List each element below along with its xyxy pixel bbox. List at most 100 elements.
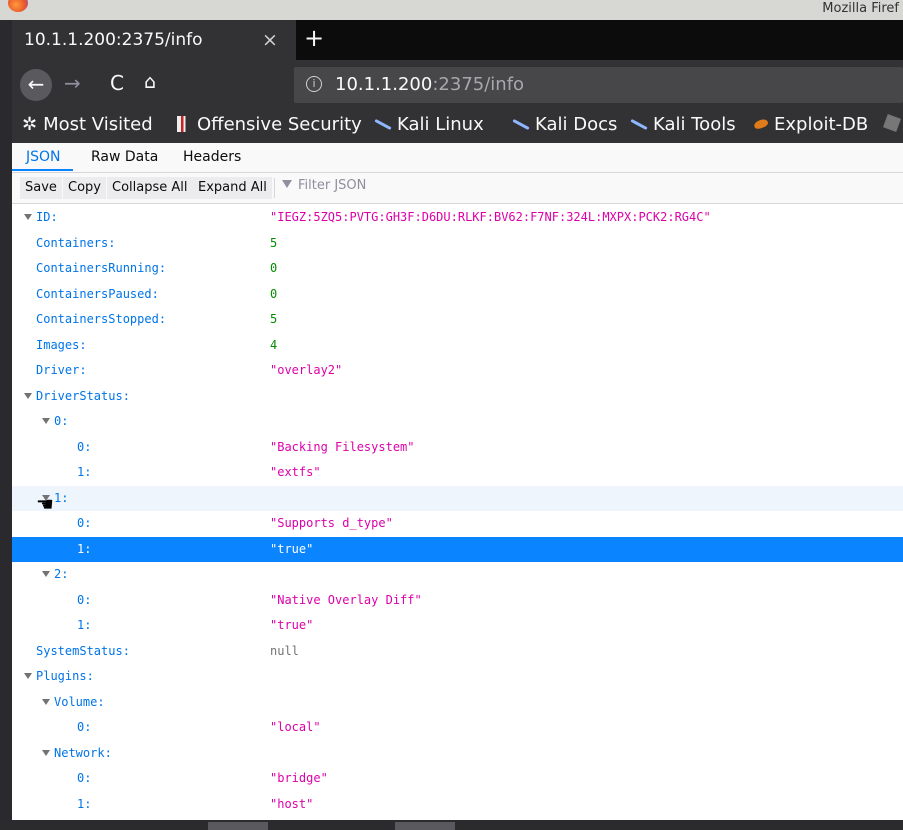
json-row[interactable]: Plugins: bbox=[12, 664, 903, 690]
json-row[interactable]: 0: "local" bbox=[12, 715, 903, 741]
json-row[interactable]: ContainersStopped: 5 bbox=[12, 307, 903, 333]
bookmark-offensive-security[interactable]: Offensive Security bbox=[177, 114, 362, 135]
json-row[interactable]: 0: "bridge" bbox=[12, 766, 903, 792]
json-key-label: 0: bbox=[77, 439, 92, 454]
firefox-logo-icon bbox=[8, 0, 28, 12]
json-value: "host" bbox=[270, 796, 314, 811]
url-path: :2375/info bbox=[432, 74, 525, 95]
taskbar-item[interactable] bbox=[208, 822, 268, 830]
json-row[interactable]: Volume: bbox=[12, 690, 903, 716]
viewer-tabs: JSON Raw Data Headers bbox=[12, 143, 903, 173]
browser-tab[interactable]: 10.1.1.200:2375/info × bbox=[12, 20, 296, 60]
taskbar bbox=[0, 820, 903, 830]
json-row[interactable]: Network: bbox=[12, 741, 903, 767]
json-row[interactable]: SystemStatus: null bbox=[12, 639, 903, 665]
json-value: "Backing Filesystem" bbox=[270, 439, 415, 454]
filter-json-input[interactable]: Filter JSON bbox=[282, 178, 366, 193]
kali-icon bbox=[374, 119, 391, 130]
json-key: ContainersPaused: bbox=[36, 287, 159, 301]
json-key-label: SystemStatus: bbox=[36, 643, 130, 658]
json-row[interactable]: 0: "Backing Filesystem" bbox=[12, 435, 903, 461]
json-row[interactable]: ID: "IEGZ:5ZQ5:PVTG:GH3F:D6DU:RLKF:BV62:F… bbox=[12, 205, 903, 231]
json-key: ID: bbox=[24, 210, 58, 224]
url-bar[interactable]: i 10.1.1.200:2375/info bbox=[294, 67, 903, 103]
json-key: Volume: bbox=[42, 695, 105, 709]
forward-arrow-icon[interactable]: → bbox=[64, 71, 81, 95]
expand-twisty-icon[interactable] bbox=[24, 673, 32, 679]
site-info-icon[interactable]: i bbox=[306, 76, 322, 92]
json-key: 0: bbox=[42, 414, 68, 428]
json-key: Images: bbox=[36, 338, 87, 352]
tab-raw-data[interactable]: Raw Data bbox=[91, 149, 158, 165]
json-value: "overlay2" bbox=[270, 363, 343, 377]
json-key-label: ContainersRunning: bbox=[36, 261, 167, 275]
json-row[interactable]: DriverStatus: bbox=[12, 384, 903, 410]
json-row[interactable]: 1: "true" bbox=[12, 536, 903, 562]
home-icon[interactable]: ⌂ bbox=[144, 71, 156, 93]
json-row[interactable]: ContainersRunning: 0 bbox=[12, 256, 903, 282]
hand-cursor-icon: ☚ bbox=[36, 492, 54, 516]
back-arrow-icon[interactable]: ← bbox=[20, 69, 52, 101]
json-row[interactable]: ContainersPaused: 0 bbox=[12, 282, 903, 308]
bookmark-kali-docs[interactable]: Kali Docs bbox=[512, 114, 617, 135]
expand-twisty-icon[interactable] bbox=[42, 418, 50, 424]
json-key-label: 0: bbox=[77, 720, 92, 734]
json-row[interactable]: 0: "Supports d_type" bbox=[12, 511, 903, 537]
window-title: Mozilla Firef bbox=[822, 1, 899, 16]
bookmark-exploit-db[interactable]: Exploit-DB bbox=[753, 114, 868, 135]
json-row[interactable]: 1: "host" bbox=[12, 792, 903, 818]
json-key-label: 1: bbox=[54, 490, 69, 505]
bookmark-label: Kali Tools bbox=[653, 114, 736, 135]
json-key-label: 1: bbox=[77, 465, 92, 479]
expand-twisty-icon[interactable] bbox=[24, 392, 32, 399]
collapse-all-button[interactable]: Collapse All bbox=[107, 177, 193, 199]
new-tab-icon[interactable]: + bbox=[304, 24, 324, 52]
json-row[interactable]: Images: 4 bbox=[12, 333, 903, 359]
json-value: "IEGZ:5ZQ5:PVTG:GH3F:D6DU:RLKF:BV62:F7NF… bbox=[270, 210, 711, 224]
bookmarks-toolbar: ✲ Most Visited Offensive Security Kali Li… bbox=[12, 110, 903, 143]
kali-icon bbox=[630, 119, 647, 130]
url-text[interactable]: 10.1.1.200:2375/info bbox=[335, 74, 524, 95]
copy-button[interactable]: Copy bbox=[63, 177, 106, 199]
json-key-label: DriverStatus: bbox=[36, 388, 130, 403]
json-row[interactable]: 1: bbox=[12, 485, 903, 511]
json-key: 2: bbox=[42, 567, 68, 581]
expand-all-button[interactable]: Expand All bbox=[193, 177, 272, 199]
save-button[interactable]: Save bbox=[20, 177, 62, 199]
json-row[interactable]: 0: bbox=[12, 409, 903, 435]
tab-json[interactable]: JSON bbox=[26, 149, 61, 165]
tab-headers[interactable]: Headers bbox=[183, 149, 241, 165]
json-value: "bridge" bbox=[270, 771, 328, 785]
bookmark-most-visited[interactable]: ✲ Most Visited bbox=[22, 114, 153, 135]
reload-icon[interactable]: C bbox=[110, 71, 124, 95]
tab-close-icon[interactable]: × bbox=[262, 29, 278, 51]
expand-twisty-icon[interactable] bbox=[42, 749, 50, 756]
json-key: Network: bbox=[42, 746, 112, 760]
bookmark-overflow[interactable] bbox=[883, 114, 901, 135]
expand-twisty-icon[interactable] bbox=[42, 571, 50, 577]
bookmark-kali-linux[interactable]: Kali Linux bbox=[374, 114, 484, 135]
json-tree: ID: "IEGZ:5ZQ5:PVTG:GH3F:D6DU:RLKF:BV62:F… bbox=[12, 205, 903, 830]
json-row[interactable]: 0: "Native Overlay Diff" bbox=[12, 588, 903, 614]
json-key: 1: bbox=[77, 797, 91, 811]
json-key-label: 1: bbox=[77, 618, 92, 632]
bookmark-kali-tools[interactable]: Kali Tools bbox=[630, 114, 736, 135]
json-key: Driver: bbox=[36, 363, 87, 377]
tab-title: 10.1.1.200:2375/info bbox=[24, 30, 203, 50]
json-row[interactable]: 2: bbox=[12, 562, 903, 588]
json-row[interactable]: 1: "extfs" bbox=[12, 460, 903, 486]
json-row[interactable]: 1: "true" bbox=[12, 613, 903, 639]
bookmark-label: Kali Docs bbox=[535, 114, 618, 135]
taskbar-item[interactable] bbox=[395, 822, 455, 830]
json-key-label: ContainersPaused: bbox=[36, 286, 159, 301]
json-key: DriverStatus: bbox=[24, 389, 130, 403]
json-row[interactable]: Driver: "overlay2" bbox=[12, 358, 903, 384]
expand-twisty-icon[interactable] bbox=[24, 214, 32, 220]
json-key: 0: bbox=[77, 516, 91, 530]
expand-twisty-icon[interactable] bbox=[42, 698, 50, 705]
json-key: Plugins: bbox=[24, 669, 94, 683]
offsec-icon bbox=[177, 116, 191, 132]
json-key-label: 0: bbox=[54, 414, 69, 428]
json-row[interactable]: Containers: 5 bbox=[12, 231, 903, 257]
json-value: "Native Overlay Diff" bbox=[270, 592, 422, 607]
